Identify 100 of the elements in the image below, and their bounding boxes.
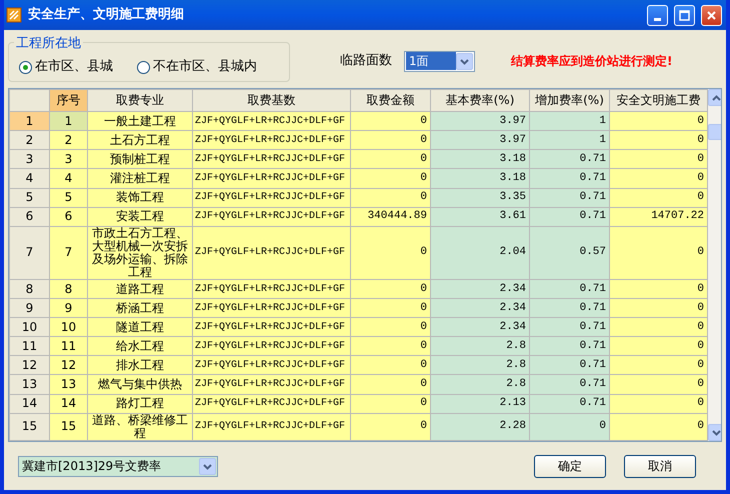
radio-option[interactable]: 在市区、县城 <box>19 57 113 77</box>
table-cell: 2.34 <box>430 318 530 337</box>
column-header[interactable]: 取费基数 <box>192 90 350 112</box>
table-cell: 0 <box>610 374 708 394</box>
scroll-up-icon[interactable] <box>708 89 721 106</box>
radio-button[interactable] <box>19 60 32 74</box>
table-cell: 340444.89 <box>350 207 430 226</box>
table-cell: 预制桩工程 <box>88 150 192 169</box>
row-header[interactable]: 2 <box>10 130 50 150</box>
column-header[interactable]: 基本费率(%) <box>430 90 530 112</box>
row-header[interactable]: 3 <box>10 150 50 169</box>
radio-button[interactable] <box>137 60 150 74</box>
minimize-button[interactable] <box>647 4 668 26</box>
row-header[interactable]: 8 <box>10 279 50 299</box>
close-button[interactable] <box>701 4 722 26</box>
table-cell: 0 <box>350 318 430 337</box>
table-cell: 4 <box>50 168 88 188</box>
column-header[interactable]: 取费专业 <box>88 90 192 112</box>
table-cell: 12 <box>50 356 88 375</box>
column-header[interactable]: 序号 <box>50 90 88 112</box>
notice-text: 结算费率应到造价站进行测定! <box>511 53 672 70</box>
table-cell: 0.71 <box>530 150 610 169</box>
table-cell: ZJF+QYGLF+LR+RCJJC+DLF+GF <box>192 207 350 226</box>
table-cell: 土石方工程 <box>88 130 192 150</box>
table-cell: 3 <box>50 150 88 169</box>
table-cell: 3.35 <box>430 188 530 208</box>
table-cell: 给水工程 <box>88 336 192 356</box>
table-cell: 7 <box>50 226 88 280</box>
table-cell: 1 <box>50 112 88 131</box>
row-header[interactable]: 1 <box>10 112 50 131</box>
window-title: 安全生产、文明施工费明细 <box>28 6 184 24</box>
table-cell: 0 <box>610 413 708 440</box>
column-header[interactable]: 安全文明施工费 <box>610 90 708 112</box>
table-cell: 0 <box>350 374 430 394</box>
row-header[interactable]: 4 <box>10 168 50 188</box>
table-cell: 3.97 <box>430 112 530 131</box>
table-cell: 0.71 <box>530 298 610 318</box>
table-cell: 0 <box>610 279 708 299</box>
table-cell: 2.8 <box>430 356 530 375</box>
radio-option[interactable]: 不在市区、县城内 <box>137 57 257 77</box>
table-cell: 0 <box>610 130 708 150</box>
table-cell: 0 <box>610 112 708 131</box>
table-cell: 0 <box>350 336 430 356</box>
table-cell: ZJF+QYGLF+LR+RCJJC+DLF+GF <box>192 168 350 188</box>
table-cell: 0 <box>350 226 430 280</box>
row-header[interactable]: 6 <box>10 207 50 226</box>
table-cell: 0 <box>350 150 430 169</box>
row-header[interactable]: 7 <box>10 226 50 280</box>
table-cell: 桥涵工程 <box>88 298 192 318</box>
table-cell: 0 <box>610 336 708 356</box>
table-cell: 1 <box>530 112 610 131</box>
maximize-button[interactable] <box>674 4 695 26</box>
table-cell: 0 <box>350 394 430 414</box>
row-header[interactable]: 13 <box>10 374 50 394</box>
minimize-icon <box>654 18 661 20</box>
table-cell: 11 <box>50 336 88 356</box>
table-cell: 10 <box>50 318 88 337</box>
table-cell: 2.34 <box>430 279 530 299</box>
table-cell: 路灯工程 <box>88 394 192 414</box>
row-header[interactable]: 11 <box>10 336 50 356</box>
row-header[interactable]: 10 <box>10 318 50 337</box>
table-cell: 0 <box>610 188 708 208</box>
table-cell: 装饰工程 <box>88 188 192 208</box>
table-cell: ZJF+QYGLF+LR+RCJJC+DLF+GF <box>192 413 350 440</box>
table-cell: 5 <box>50 188 88 208</box>
table-cell: 0 <box>350 112 430 131</box>
table-cell: 9 <box>50 298 88 318</box>
table-cell: 0.71 <box>530 279 610 299</box>
table-cell: 2.13 <box>430 394 530 414</box>
table-cell: 3.18 <box>430 168 530 188</box>
row-header[interactable]: 15 <box>10 413 50 440</box>
table-cell: 13 <box>50 374 88 394</box>
table-cell: 0 <box>350 130 430 150</box>
table-cell: ZJF+QYGLF+LR+RCJJC+DLF+GF <box>192 112 350 131</box>
scroll-thumb[interactable] <box>708 124 721 140</box>
table-cell: 3.61 <box>430 207 530 226</box>
table-cell: 0 <box>610 150 708 169</box>
row-header[interactable]: 14 <box>10 394 50 414</box>
table-cell: ZJF+QYGLF+LR+RCJJC+DLF+GF <box>192 374 350 394</box>
scroll-down-icon[interactable] <box>708 424 721 441</box>
column-header[interactable]: 增加费率(%) <box>530 90 610 112</box>
row-header[interactable]: 12 <box>10 356 50 375</box>
ok-button[interactable]: 确定 <box>534 454 606 478</box>
row-header[interactable]: 9 <box>10 298 50 318</box>
table-cell: 道路工程 <box>88 279 192 299</box>
table-cell: 3.97 <box>430 130 530 150</box>
rate-file-dropdown[interactable]: 冀建市[2013]29号文费率 <box>18 456 218 476</box>
table-cell: 0 <box>350 188 430 208</box>
table-cell: 0 <box>610 298 708 318</box>
table-cell: 0 <box>610 318 708 337</box>
table-cell: 0.71 <box>530 318 610 337</box>
column-header[interactable]: 取费金额 <box>350 90 430 112</box>
table-cell: 14707.22 <box>610 207 708 226</box>
vertical-scrollbar[interactable] <box>708 89 721 441</box>
table-cell: 1 <box>530 130 610 150</box>
cancel-button[interactable]: 取消 <box>624 454 696 478</box>
row-header[interactable]: 5 <box>10 188 50 208</box>
table-cell: 0.71 <box>530 188 610 208</box>
road-sides-dropdown[interactable]: 1面 <box>404 50 475 72</box>
table-cell: 0.71 <box>530 207 610 226</box>
